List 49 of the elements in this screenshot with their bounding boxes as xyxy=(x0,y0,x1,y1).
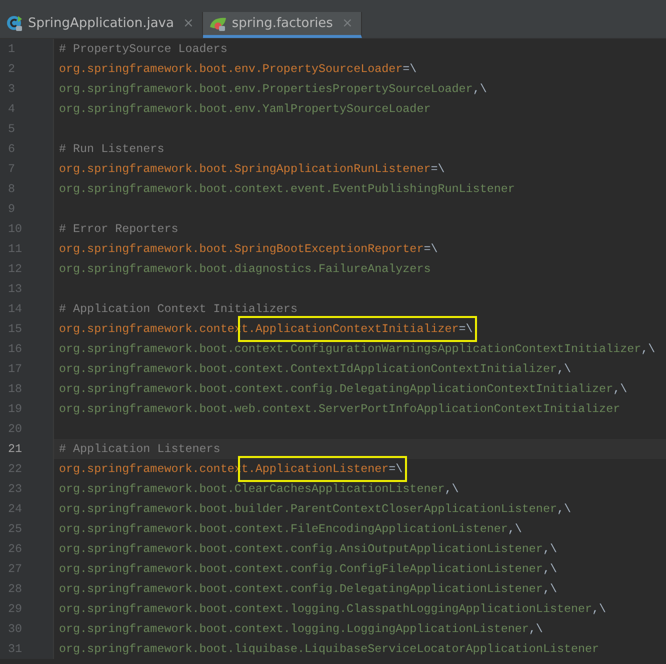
property-value: org.springframework.boot.env.PropertiesPropertySourceLoader xyxy=(59,81,473,98)
property-value: org.springframework.boot.builder.ParentContextCloserApplicationListener xyxy=(59,501,557,518)
code-operator: ,\ xyxy=(592,601,606,618)
editor-tab[interactable]: SpringApplication.java × xyxy=(0,12,203,38)
property-value: org.springframework.boot.context.ConfigurationWarningsApplicationContextInitializer xyxy=(59,341,642,358)
code-comment: # Application Listeners xyxy=(59,441,220,458)
code-operator: ,\ xyxy=(508,521,522,538)
property-value: org.springframework.boot.context.FileEncodingApplicationListener xyxy=(59,521,508,538)
code-operator: ,\ xyxy=(444,481,459,498)
code-operator: =\ xyxy=(388,461,403,478)
property-value: org.springframework.boot.ClearCachesApplicationListener xyxy=(59,481,445,498)
property-value: org.springframework.boot.web.context.ServerPortInfoApplicationContextInitializer xyxy=(59,401,620,418)
code-operator: ,\ xyxy=(472,81,487,98)
property-value: org.springframework.boot.liquibase.LiquibaseServiceLocatorApplicationListener xyxy=(59,641,600,658)
property-value: org.springframework.boot.context.config.DelegatingApplicationContextInitializer xyxy=(59,381,614,398)
code-comment: # Application Context Initializers xyxy=(59,301,298,318)
property-value: org.springframework.boot.context.config.AnsiOutputApplicationListener xyxy=(59,541,543,558)
property-value: org.springframework.boot.context.config.ConfigFileApplicationListener xyxy=(59,561,543,578)
property-value: org.springframework.boot.diagnostics.FailureAnalyzers xyxy=(59,261,431,278)
code-operator: ,\ xyxy=(556,361,571,378)
code-comment: # Run Listeners xyxy=(59,141,164,158)
code-operator: ,\ xyxy=(613,381,628,398)
code-comment: # Error Reporters xyxy=(59,221,178,238)
editor-tab[interactable]: spring.factories × xyxy=(202,12,362,38)
property-key: org.springframework.boot.SpringBootExceptionReporter xyxy=(59,239,424,259)
close-icon[interactable]: × xyxy=(182,16,194,31)
property-value: org.springframework.boot.context.logging.LoggingApplicationListener xyxy=(59,621,529,638)
code-operator: ,\ xyxy=(556,501,571,518)
property-value: org.springframework.boot.context.logging.ClasspathLoggingApplicationListener xyxy=(59,601,592,618)
class-file-icon xyxy=(6,15,23,32)
property-key: org.springframework.boot.SpringApplicationRunListener xyxy=(59,159,431,179)
code-operator: ,\ xyxy=(542,581,557,598)
code-operator: =\ xyxy=(402,61,417,78)
property-value: org.springframework.boot.env.YamlPropertySourceLoader xyxy=(59,101,431,118)
code-operator: ,\ xyxy=(542,561,557,578)
property-value: org.springframework.boot.context.config.DelegatingApplicationListener xyxy=(59,581,543,598)
property-key: t.ApplicationListener xyxy=(241,459,389,479)
property-key: org.springframework.boot.env.PropertySourceLoader xyxy=(59,59,403,79)
code-comment: # PropertySource Loaders xyxy=(59,41,228,58)
property-value: org.springframework.boot.context.event.EventPublishingRunListener xyxy=(59,181,515,198)
code-operator: ,\ xyxy=(528,621,543,638)
code-operator: =\ xyxy=(430,161,445,178)
property-value: org.springframework.boot.context.ContextIdApplicationContextInitializer xyxy=(59,361,557,378)
code-operator: =\ xyxy=(458,321,473,338)
leaf-file-icon xyxy=(208,15,227,32)
code-operator: ,\ xyxy=(641,341,656,358)
property-key: t.ApplicationContextInitializer xyxy=(241,319,459,339)
code-operator: =\ xyxy=(424,241,438,258)
code-operator: ,\ xyxy=(542,541,557,558)
